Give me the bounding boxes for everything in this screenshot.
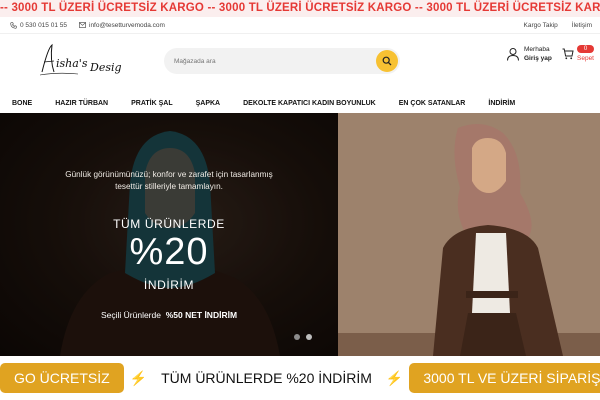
account-greeting: Merhaba: [524, 46, 550, 53]
ticker-pill-free-shipping: 3000 TL VE ÜZERİ SİPARİŞLERDE KARGO: [409, 363, 600, 393]
phone-number: 0 530 015 01 55: [20, 21, 67, 29]
hero-line-1: Günlük görünümünüzü; konfor ve zarafet i…: [65, 170, 273, 179]
cargo-tracking-link[interactable]: Kargo Takip: [524, 22, 558, 29]
contact-link[interactable]: İletişim: [572, 22, 592, 29]
login-label: Giriş yap: [524, 55, 552, 62]
hero-offer-prefix: Seçili Ürünlerde: [100, 310, 161, 320]
model-figure-brown: [338, 113, 600, 356]
user-icon: [507, 48, 519, 61]
hero-offer-bold: %50 NET İNDİRİM: [165, 310, 238, 320]
slider-dot-1[interactable]: [294, 334, 300, 340]
svg-text:Design: Design: [89, 61, 122, 74]
hero-discount-big: %20: [129, 231, 209, 273]
nav-item-pratik-sal[interactable]: PRATİK ŞAL: [131, 100, 172, 107]
phone-contact[interactable]: 0 530 015 01 55: [10, 22, 67, 29]
info-bar: 0 530 015 01 55 info@tesetturvemoda.com …: [0, 17, 600, 34]
cart-icon: [562, 48, 574, 59]
announcement-marquee: -- 3000 TL ÜZERİ ÜCRETSİZ KARGO -- 3000 …: [0, 0, 600, 17]
lightning-icon: ⚡: [129, 369, 148, 386]
ticker-pill-shipping: GO ÜCRETSİZ: [0, 363, 124, 393]
hero-slider[interactable]: Günlük görünümünüzü; konfor ve zarafet i…: [0, 113, 600, 356]
hero-right-panel: [338, 113, 600, 356]
search-button[interactable]: [376, 50, 398, 72]
mail-icon: [79, 22, 86, 28]
ticker-discount-text: TÜM ÜRÜNLERDE %20 İNDİRİM: [161, 370, 372, 386]
email-address: info@tesetturvemoda.com: [89, 21, 165, 29]
slider-dots: [294, 334, 312, 340]
hero-description: Günlük görünümünüzü; konfor ve zarafet i…: [0, 169, 338, 193]
nav-item-sapka[interactable]: ŞAPKA: [196, 100, 221, 107]
nav-item-en-cok-satanlar[interactable]: EN ÇOK SATANLAR: [399, 100, 466, 107]
promo-ticker: GO ÜCRETSİZ ⚡ TÜM ÜRÜNLERDE %20 İNDİRİM …: [0, 356, 600, 400]
hero-left-panel: Günlük görünümünüzü; konfor ve zarafet i…: [0, 113, 338, 356]
search-input[interactable]: [164, 57, 364, 65]
hero-offer-line: Seçili Ürünlerde %50 NET İNDİRİM: [0, 310, 338, 320]
lightning-icon: ⚡: [385, 369, 404, 386]
main-nav: BONE HAZIR TÜRBAN PRATİK ŞAL ŞAPKA DEKOL…: [0, 92, 600, 115]
phone-icon: [10, 21, 17, 29]
site-header: isha's Design Merhaba Giriş yap 0 Sepet: [0, 34, 600, 92]
nav-item-indirim[interactable]: İNDİRİM: [488, 100, 515, 107]
nav-item-dekolte-kapatici[interactable]: DEKOLTE KAPATICI KADIN BOYUNLUK: [243, 100, 376, 107]
hero-subtitle-bottom: İNDİRİM: [143, 278, 195, 292]
hero-subtitle-top: TÜM ÜRÜNLERDE: [113, 217, 225, 231]
search-bar: [164, 48, 400, 74]
account-button[interactable]: Merhaba Giriş yap: [506, 45, 552, 63]
slider-dot-2[interactable]: [306, 334, 312, 340]
email-contact[interactable]: info@tesetturvemoda.com: [79, 22, 165, 29]
nav-item-hazir-turban[interactable]: HAZIR TÜRBAN: [55, 100, 108, 107]
hero-line-2: tesettür stilleriyle tamamlayın.: [115, 182, 223, 191]
announcement-text: -- 3000 TL ÜZERİ ÜCRETSİZ KARGO -- 3000 …: [0, 2, 600, 14]
search-icon: [382, 56, 392, 66]
cart-label: Sepet: [577, 55, 594, 62]
brand-logo[interactable]: isha's Design: [38, 42, 122, 82]
nav-item-bone[interactable]: BONE: [12, 100, 32, 107]
svg-text:isha's: isha's: [56, 57, 88, 70]
cart-count-badge: 0: [577, 45, 594, 53]
cart-button[interactable]: 0 Sepet: [562, 45, 594, 62]
